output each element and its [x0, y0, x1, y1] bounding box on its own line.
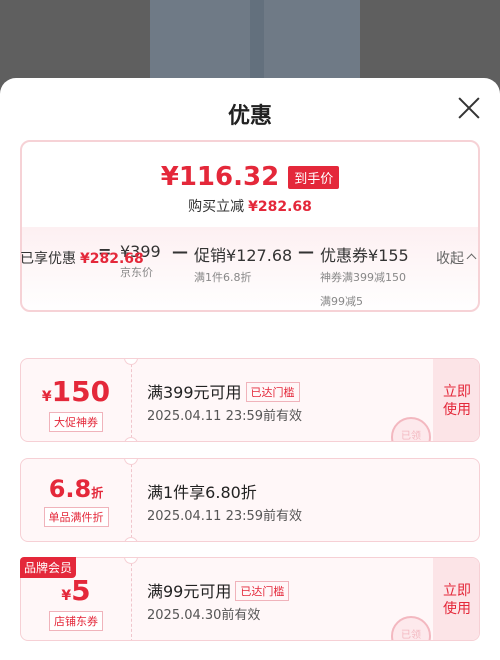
- promo-label: 促销: [194, 246, 227, 265]
- price-summary-card: ¥116.32 到手价 购买立减 ¥282.68 = ¥399 京东价 — 促销¥…: [20, 140, 480, 312]
- coupon-block: 优惠券¥155 神券满399减150 满99减5: [320, 242, 409, 309]
- enjoyed-discount: 已享优惠 ¥282.68: [20, 248, 144, 268]
- chevron-up-icon: [466, 253, 477, 264]
- threshold-tag: 已达门槛: [245, 382, 300, 402]
- save-row: 购买立减 ¥282.68: [22, 196, 478, 216]
- collapse-label: 收起: [436, 251, 464, 267]
- promo-block: 促销¥127.68 满1件6.8折: [194, 242, 292, 285]
- coupon-amount-value: 150: [51, 375, 111, 408]
- coupon-valid: 2025.04.11 23:59前有效: [147, 509, 303, 524]
- claimed-stamp-icon: 已领: [391, 616, 431, 640]
- threshold-tag: 已达门槛: [235, 581, 290, 601]
- coupon-label: 优惠券: [320, 246, 369, 265]
- coupon-divider: [131, 558, 132, 640]
- collapse-button[interactable]: 收起: [436, 248, 477, 268]
- coupon-type: 大促神券: [49, 412, 103, 432]
- coupon-unit: 折: [91, 486, 104, 500]
- promo-amount: ¥127.68: [226, 246, 293, 265]
- close-icon[interactable]: [455, 94, 483, 122]
- use-now-button[interactable]: 立即 使用: [433, 359, 479, 441]
- coupon-divider: [131, 359, 132, 441]
- coupon-value-block: 6.8折 单品满件折: [21, 459, 131, 541]
- coupon-card[interactable]: 6.8折 单品满件折 满1件享6.80折 2025.04.11 23:59前有效: [20, 458, 480, 542]
- coupon-type: 店铺东券: [49, 611, 103, 631]
- coupon-yen: ¥: [61, 588, 72, 604]
- final-price: ¥116.32: [160, 162, 280, 192]
- coupon-amount-value: 6.8: [48, 475, 92, 503]
- coupon-notch: [124, 437, 138, 441]
- enjoyed-amount: ¥282.68: [80, 251, 144, 267]
- coupon-amount: ¥155: [368, 246, 409, 265]
- coupon-notch: [124, 537, 138, 541]
- coupon-yen: ¥: [41, 389, 52, 405]
- final-price-badge: 到手价: [288, 165, 340, 189]
- coupon-desc: 满1件享6.80折: [147, 483, 257, 502]
- coupon-valid: 2025.04.30前有效: [147, 608, 261, 623]
- minus-sign-1: —: [172, 242, 188, 261]
- minus-sign-2: —: [298, 242, 314, 261]
- final-price-row: ¥116.32 到手价: [22, 162, 478, 192]
- enjoyed-label: 已享优惠: [20, 251, 76, 267]
- coupon-amount-value: 5: [71, 574, 91, 607]
- coupon-desc: 满399元可用 已达门槛: [147, 379, 300, 403]
- coupon-valid: 2025.04.11 23:59前有效: [147, 409, 303, 424]
- sheet-title: 优惠: [227, 104, 272, 129]
- coupon-desc: 满99元可用 已达门槛: [147, 578, 290, 602]
- coupon-card[interactable]: ¥150 大促神券 满399元可用 已达门槛 2025.04.11 23:59前有…: [20, 358, 480, 442]
- coupon-value-block: ¥150 大促神券: [21, 359, 131, 441]
- promo-sub: 满1件6.8折: [194, 271, 252, 284]
- coupon-divider: [131, 459, 132, 541]
- coupon-card[interactable]: ¥5 店铺东券 满99元可用 已达门槛 2025.04.30前有效 已领 立即 使用: [20, 557, 480, 641]
- save-label: 购买立减: [188, 199, 245, 215]
- coupon-sub-1: 神券满399减150: [320, 271, 406, 284]
- use-now-button[interactable]: 立即 使用: [433, 558, 479, 640]
- save-amount: ¥282.68: [248, 199, 312, 215]
- claimed-stamp-icon: 已领: [391, 417, 431, 441]
- member-badge: 品牌会员: [20, 557, 77, 578]
- coupon-type: 单品满件折: [43, 507, 109, 527]
- coupon-sub-2: 满99减5: [320, 295, 363, 308]
